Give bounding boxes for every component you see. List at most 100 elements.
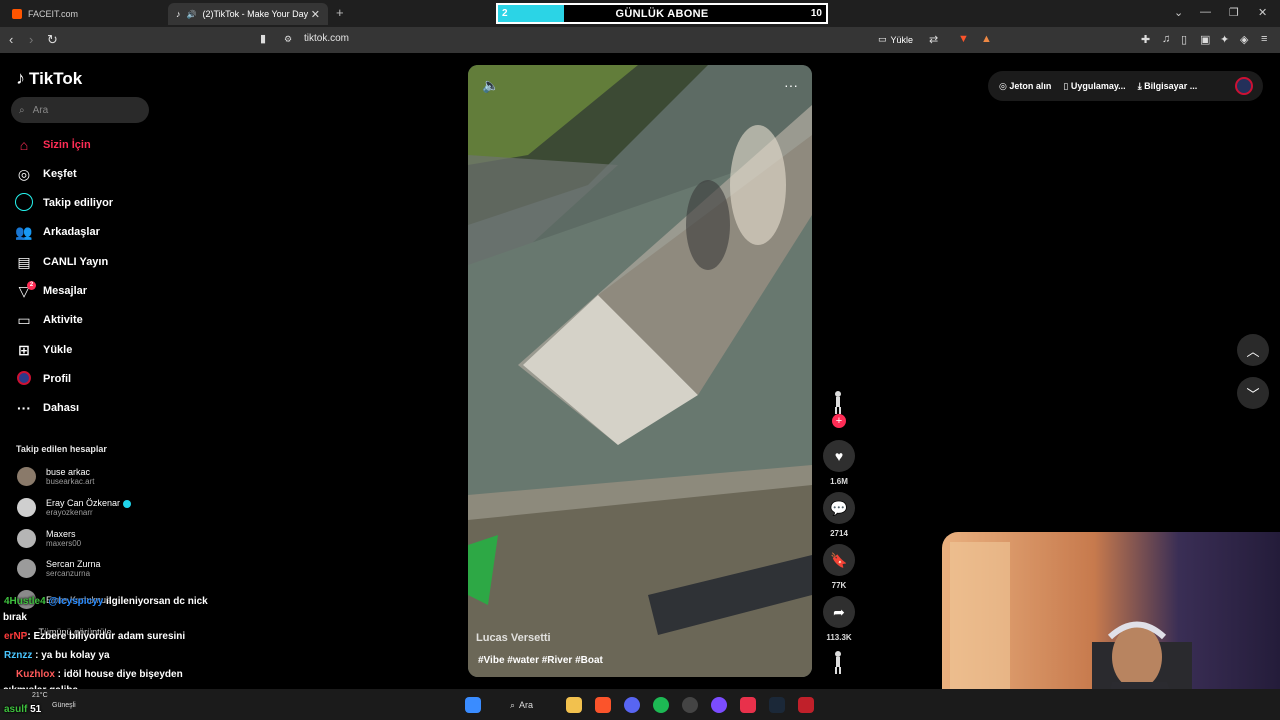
chevron-down-icon: ﹀	[1246, 386, 1260, 402]
verified-icon	[123, 499, 132, 508]
next-video-button[interactable]: ﹀	[1237, 377, 1269, 409]
discord-icon[interactable]	[624, 697, 640, 713]
bookmark-icon: 🔖	[823, 544, 855, 576]
upload-button[interactable]: ▭ Yükle	[878, 34, 913, 45]
chat-line: asulf 51	[4, 704, 41, 715]
account-item[interactable]: Maxers maxers00	[17, 529, 81, 548]
account-item[interactable]: Sercan Zurna sercanzurna	[17, 559, 101, 578]
tab-tiktok[interactable]: ♪ 🔊 (2)TikTok - Make Your Day ✕	[168, 3, 328, 25]
profile-icon	[15, 370, 33, 388]
sidebar-item-explore[interactable]: ◎ Keşfet	[15, 163, 77, 185]
back-icon[interactable]: ‹	[9, 32, 13, 47]
share-button[interactable]: ➦ 113.3K	[823, 596, 855, 642]
friends-icon: 👥	[15, 223, 33, 240]
taskbar-search[interactable]: ⌕ Ara	[502, 695, 556, 715]
chat-text: : ya bu kolay ya	[35, 650, 110, 661]
get-coins-button[interactable]: ◎ Jeton alın	[999, 81, 1051, 92]
account-name: Eray Can Özkenar	[46, 498, 121, 508]
tab-title: (2)TikTok - Make Your Day	[202, 9, 309, 19]
account-item[interactable]: Eray Can Özkenar erayozkenarr	[17, 498, 132, 517]
speaker-icon: 🔊	[186, 9, 197, 19]
sidebar-item-friends[interactable]: 👥 Arkadaşlar	[15, 221, 100, 243]
tab-faceit[interactable]: FACEIT.com	[4, 3, 164, 25]
menu-icon[interactable]: ≡	[1261, 33, 1267, 45]
desktop-app-button[interactable]: ⤓ Bilgisayar ...	[1138, 81, 1198, 92]
chat-mention: @lcyspicyy	[48, 596, 104, 607]
sidebar-item-activity[interactable]: ▭ Aktivite	[15, 309, 82, 331]
account-item[interactable]: buse arkac busearkac.art	[17, 467, 94, 486]
tiktok-favicon-icon: ♪	[176, 9, 181, 19]
save-count: 77K	[831, 581, 847, 590]
sidebar-item-label: Profil	[43, 373, 72, 385]
previous-video-button[interactable]: ︿	[1237, 334, 1269, 366]
sidebar-item-profile[interactable]: Profil	[15, 368, 71, 390]
brave-shield-icon[interactable]: ▼	[958, 33, 969, 45]
site-info-icon[interactable]: ⚙	[284, 34, 292, 45]
bookmark-icon[interactable]: ▮	[260, 32, 266, 45]
get-app-button[interactable]: ▯ Uygulamay...	[1063, 81, 1125, 92]
vpn-icon[interactable]: ◈	[1240, 33, 1248, 46]
chat-line: bırak	[3, 612, 27, 623]
app-icon[interactable]	[682, 697, 698, 713]
search-input[interactable]: ⌕ Ara	[11, 97, 149, 123]
spotify-icon[interactable]	[653, 697, 669, 713]
weather-temp: 21°C	[32, 692, 48, 699]
chat-user: asulf	[4, 704, 28, 715]
minimize-icon[interactable]: —	[1200, 6, 1211, 18]
music-icon[interactable]: ♫	[1162, 33, 1170, 45]
tab-title: FACEIT.com	[28, 9, 79, 19]
extensions-icon[interactable]: ✚	[1141, 33, 1150, 46]
sidebar-item-upload[interactable]: ⊞ Yükle	[15, 339, 72, 361]
like-count: 1.6M	[830, 477, 848, 486]
close-tab-icon[interactable]: ✕	[311, 8, 320, 21]
account-name: Maxers	[46, 529, 76, 539]
close-window-icon[interactable]: ✕	[1258, 6, 1267, 19]
profile-avatar-icon[interactable]	[1235, 77, 1253, 95]
faceit-app-icon[interactable]	[740, 697, 756, 713]
sidebar-item-more[interactable]: ··· Dahası	[15, 397, 79, 419]
message-badge: 2	[27, 280, 36, 290]
windows-start-icon[interactable]	[465, 697, 481, 713]
riot-icon[interactable]	[798, 697, 814, 713]
maximize-icon[interactable]: ❐	[1229, 6, 1239, 19]
follow-plus-icon[interactable]: +	[832, 414, 846, 428]
sidebar-icon[interactable]: ▯	[1181, 33, 1187, 46]
chat-text: bırak	[3, 612, 27, 623]
tiktok-logo[interactable]: ♪ TikTok	[16, 68, 82, 89]
video-player[interactable]: 🔈 ··· Lucas Versetti #Vibe #water #River…	[468, 65, 812, 677]
sidebar-item-live[interactable]: ▤ CANLI Yayın	[15, 251, 108, 273]
brave-rewards-icon[interactable]: ▲	[981, 33, 992, 45]
wallet-icon[interactable]: ▣	[1200, 33, 1210, 46]
reload-icon[interactable]: ↻	[47, 32, 58, 48]
obs-icon[interactable]	[711, 697, 727, 713]
video-author[interactable]: Lucas Versetti	[476, 632, 551, 644]
file-explorer-icon[interactable]	[566, 697, 582, 713]
brave-icon[interactable]	[595, 697, 611, 713]
creator-avatar[interactable]	[830, 390, 846, 414]
translate-icon[interactable]: ⇄	[929, 33, 938, 46]
sidebar-item-messages[interactable]: ▽ 2 Mesajlar	[15, 280, 87, 302]
more-options-icon[interactable]: ···	[784, 77, 798, 93]
forward-icon[interactable]: ›	[29, 32, 33, 47]
url-field[interactable]: tiktok.com	[304, 33, 349, 44]
steam-icon[interactable]	[769, 697, 785, 713]
video-hashtags[interactable]: #Vibe #water #River #Boat	[478, 655, 603, 666]
sidebar-item-label: CANLI Yayın	[43, 256, 109, 268]
leo-ai-icon[interactable]: ✦	[1220, 33, 1229, 46]
video-frame	[468, 65, 812, 677]
chat-user: erNP	[4, 631, 28, 642]
volume-icon[interactable]: 🔈	[482, 77, 499, 94]
like-button[interactable]: ♥ 1.6M	[823, 440, 855, 486]
logo-text: TikTok	[29, 68, 83, 88]
account-name: buse arkac	[46, 467, 91, 477]
avatar	[17, 529, 36, 548]
sidebar-item-label: Mesajlar	[43, 285, 88, 297]
chat-text: ilgileniyorsan dc nick	[106, 596, 208, 607]
sidebar-item-following[interactable]: Takip ediliyor	[15, 192, 113, 214]
save-button[interactable]: 🔖 77K	[823, 544, 855, 590]
music-disc-icon[interactable]	[830, 650, 846, 674]
tab-list-icon[interactable]: ⌄	[1174, 6, 1183, 19]
sidebar-item-for-you[interactable]: ⌂ Sizin İçin	[15, 134, 91, 156]
comment-button[interactable]: 💬 2714	[823, 492, 855, 538]
new-tab-button[interactable]: +	[336, 5, 344, 20]
